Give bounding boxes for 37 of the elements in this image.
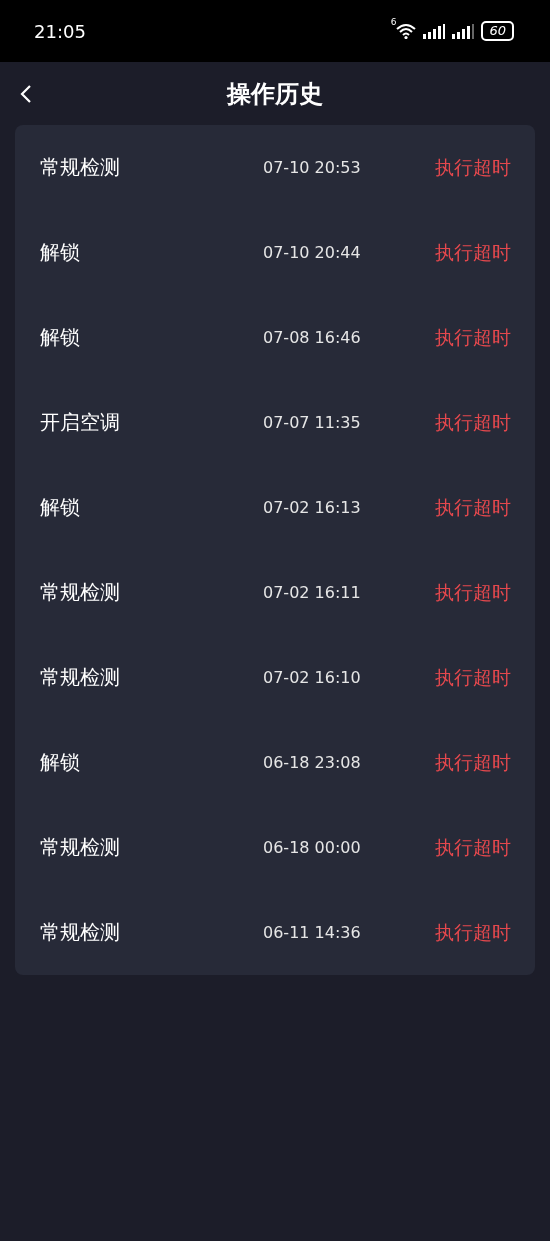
operation-status: 执行超时 <box>435 834 511 860</box>
battery-icon: 60 <box>481 21 514 41</box>
operation-time: 07-02 16:11 <box>262 583 362 602</box>
operation-name: 开启空调 <box>40 409 121 436</box>
operation-time: 06-18 23:08 <box>262 753 362 772</box>
operation-time: 07-02 16:13 <box>262 498 362 517</box>
signal-icon <box>423 23 446 39</box>
operation-status: 执行超时 <box>435 239 511 265</box>
operation-name: 解锁 <box>40 749 81 776</box>
operation-status: 执行超时 <box>435 409 511 435</box>
operation-name: 解锁 <box>40 494 81 521</box>
operation-status: 执行超时 <box>435 664 511 690</box>
operation-status: 执行超时 <box>435 919 511 945</box>
operation-name: 常规检测 <box>40 154 121 181</box>
operation-time: 07-10 20:53 <box>262 158 362 177</box>
operation-status: 执行超时 <box>435 494 511 520</box>
operation-status: 执行超时 <box>435 324 511 350</box>
operation-name: 常规检测 <box>40 919 121 946</box>
wifi-icon <box>396 23 417 39</box>
page-title: 操作历史 <box>227 78 323 110</box>
operation-name: 常规检测 <box>40 834 121 861</box>
operation-name: 常规检测 <box>40 664 121 691</box>
operation-time: 07-02 16:10 <box>262 668 362 687</box>
operation-time: 07-07 11:35 <box>262 413 362 432</box>
operation-status: 执行超时 <box>435 749 511 775</box>
operation-time: 06-18 00:00 <box>262 838 362 857</box>
operation-name: 常规检测 <box>40 579 121 606</box>
status-time: 21:05 <box>34 20 86 42</box>
signal-icon <box>452 23 475 39</box>
operation-time: 06-11 14:36 <box>262 923 362 942</box>
wifi-label: 6 <box>390 17 397 27</box>
operation-status: 执行超时 <box>435 154 511 180</box>
operation-time: 07-10 20:44 <box>262 243 362 262</box>
operation-time: 07-08 16:46 <box>262 328 362 347</box>
operation-name: 解锁 <box>40 324 81 351</box>
operation-name: 解锁 <box>40 239 81 266</box>
operation-status: 执行超时 <box>435 579 511 605</box>
